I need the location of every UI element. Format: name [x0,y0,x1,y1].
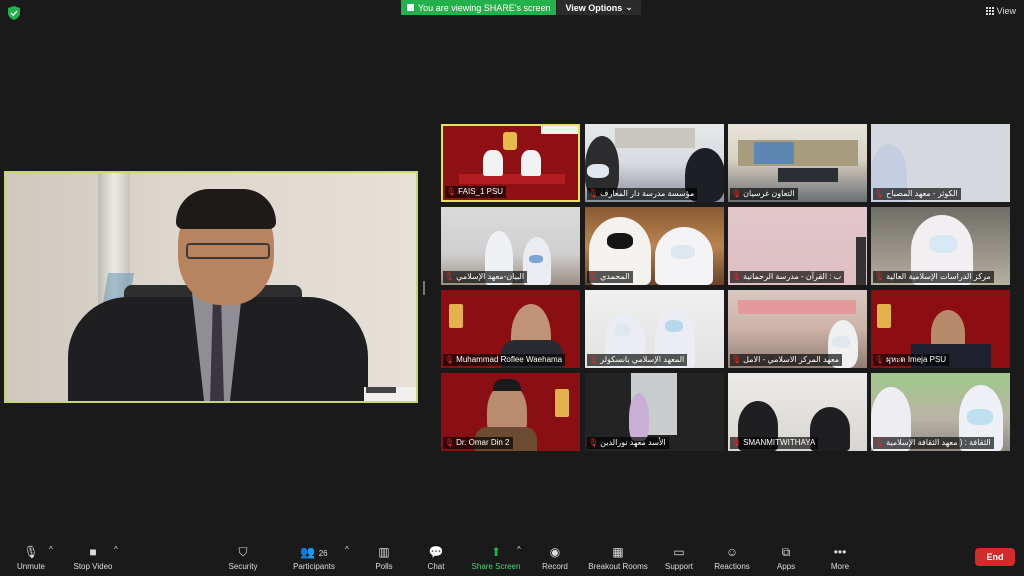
muted-mic-icon: 🎙 [731,355,742,364]
participant-name: 🎙 Muhammad Roflee Waehama [443,354,566,366]
active-speaker-video[interactable] [4,171,418,403]
stop-video-button[interactable]: ■ Stop Video [70,545,116,571]
participant-name: 🎙 ผุหะด Imeja PSU [873,354,950,366]
grid-view-icon [985,7,994,15]
participant-tile[interactable]: 🎙 المحمدي [585,207,724,285]
chat-bubble-icon: 💬 [428,545,444,559]
chevron-down-icon: ⌄ [625,2,633,12]
people-icon: 👥 [300,545,316,559]
speaker-glasses [186,243,270,259]
participant-tile[interactable]: 🎙 الأسد معهد نورالدين [585,373,724,451]
muted-mic-icon: 🎙 [731,438,742,447]
participant-name: 🎙 التعاون غرسيان [730,188,798,200]
muted-mic-icon: 🎙 [588,438,599,447]
end-meeting-button[interactable]: End [975,548,1015,566]
muted-mic-icon: 🎙 [874,189,885,198]
participant-tile[interactable]: 🎙 ผุหะด Imeja PSU [871,290,1010,368]
muted-mic-icon: 🎙 [588,189,599,198]
share-banner: You are viewing SHARE's screen View Opti… [401,0,641,15]
view-options-label: View Options [565,2,623,13]
breakout-rooms-button[interactable]: ▦ Breakout Rooms [586,545,650,571]
unmute-button[interactable]: 🎙 Unmute [14,545,48,571]
participant-tile[interactable]: 🎙 المعهد الإسلامي بانسكولر [585,290,724,368]
participant-name: 🎙 مؤسسة مدرسة دار المعارف [587,188,698,200]
participant-tile[interactable]: 🎙 معهد المركز الاسلامي - الامل [728,290,867,368]
bar-chart-icon: ▥ [378,545,390,559]
chat-button[interactable]: 💬 Chat [422,545,450,571]
participant-name: 🎙 FAIS_1 PSU [445,186,507,198]
share-screen-button[interactable]: ⬆ Share Screen [470,545,522,571]
participant-name: 🎙 الكوثر - معهد المصباح [873,188,961,200]
view-label: View [996,6,1016,16]
view-options-button[interactable]: View Options ⌄ [556,0,641,15]
participant-tile[interactable]: 🎙 الثقافة : ( معهد الثقافة الإسلامية [871,373,1010,451]
breakout-grid-icon: ▦ [612,545,624,559]
participant-name: 🎙 المعهد الإسلامي بانسكولر [587,354,688,366]
muted-mic-icon: 🎙 [446,187,457,196]
participant-name: 🎙 الأسد معهد نورالدين [587,437,669,449]
more-button[interactable]: ••• More [826,545,854,571]
participant-name: 🎙 ب : القرآن - مدرسة الرحمانية [730,271,845,283]
share-screen-icon [407,4,414,11]
participant-tile[interactable]: 🎙 FAIS_1 PSU [441,124,580,202]
participant-tile[interactable]: 🎙 الكوثر - معهد المصباح [871,124,1010,202]
ellipsis-icon: ••• [833,545,847,559]
apps-button[interactable]: ⧉ Apps [772,545,800,571]
participant-name: 🎙 SMANMITWITHAYA [730,437,819,449]
participant-name: 🎙 المحمدي [587,271,633,283]
record-icon: ◉ [549,545,561,559]
share-options-caret[interactable]: ^ [517,545,521,554]
muted-mic-icon: 🎙 [588,355,599,364]
support-button[interactable]: ▭ Support [660,545,698,571]
participants-button[interactable]: 👥 26 Participants [288,545,340,571]
participant-tile[interactable]: 🎙 البيان-معهد الإسلامي [441,207,580,285]
reactions-button[interactable]: ☺ Reactions [710,545,754,571]
panel-resize-handle[interactable] [423,281,425,295]
muted-mic-icon: 🎙 [444,355,455,364]
participant-name: 🎙 البيان-معهد الإسلامي [443,271,528,283]
smiley-icon: ☺ [725,545,739,559]
muted-mic-icon: 🎙 [588,272,599,281]
support-icon: ▭ [673,545,685,559]
participant-tile[interactable]: 🎙 التعاون غرسيان [728,124,867,202]
gallery-grid: 🎙 FAIS_1 PSU 🎙 مؤسسة مدرسة دار المعارف 🎙 ال… [441,124,1011,451]
apps-icon: ⧉ [781,545,791,559]
participant-tile[interactable]: 🎙 Muhammad Roflee Waehama [441,290,580,368]
participants-options-caret[interactable]: ^ [345,545,349,554]
participant-name: 🎙 مركز الدراسات الإسلامية العالية [873,271,994,283]
share-screen-arrow-icon: ⬆ [490,545,502,559]
muted-mic-icon: 🎙 [731,272,742,281]
security-button[interactable]: ⛉ Security [224,545,262,571]
muted-mic-icon: 🎙 [874,272,885,281]
muted-mic-icon: 🎙 [874,355,885,364]
muted-mic-icon: 🎙 [444,272,455,281]
meeting-toolbar: 🎙 Unmute ^ ■ Stop Video ^ ⛉ Security 👥 2… [0,541,1024,576]
security-shield-icon [8,6,20,20]
record-button[interactable]: ◉ Record [538,545,572,571]
polls-button[interactable]: ▥ Polls [370,545,398,571]
share-status: You are viewing SHARE's screen [401,0,557,15]
video-options-caret[interactable]: ^ [114,545,118,554]
participant-tile[interactable]: 🎙 SMANMITWITHAYA [728,373,867,451]
participant-tile[interactable]: 🎙 Dr. Omar Din 2 [441,373,580,451]
participant-name: 🎙 Dr. Omar Din 2 [443,437,513,449]
participants-count: 26 [318,549,328,558]
muted-microphone-icon: 🎙 [23,545,39,559]
participant-name: 🎙 معهد المركز الاسلامي - الامل [730,354,843,366]
muted-mic-icon: 🎙 [444,438,455,447]
muted-mic-icon: 🎙 [874,438,885,447]
participant-name: 🎙 الثقافة : ( معهد الثقافة الإسلامية [873,437,994,449]
audio-options-caret[interactable]: ^ [49,545,53,554]
video-camera-icon: ■ [89,545,97,559]
view-button[interactable]: View [985,6,1016,16]
shield-icon: ⛉ [238,545,248,559]
participant-tile[interactable]: 🎙 مؤسسة مدرسة دار المعارف [585,124,724,202]
muted-mic-icon: 🎙 [731,189,742,198]
participant-tile[interactable]: 🎙 ب : القرآن - مدرسة الرحمانية [728,207,867,285]
participant-tile[interactable]: 🎙 مركز الدراسات الإسلامية العالية [871,207,1010,285]
share-status-text: You are viewing SHARE's screen [418,2,551,13]
